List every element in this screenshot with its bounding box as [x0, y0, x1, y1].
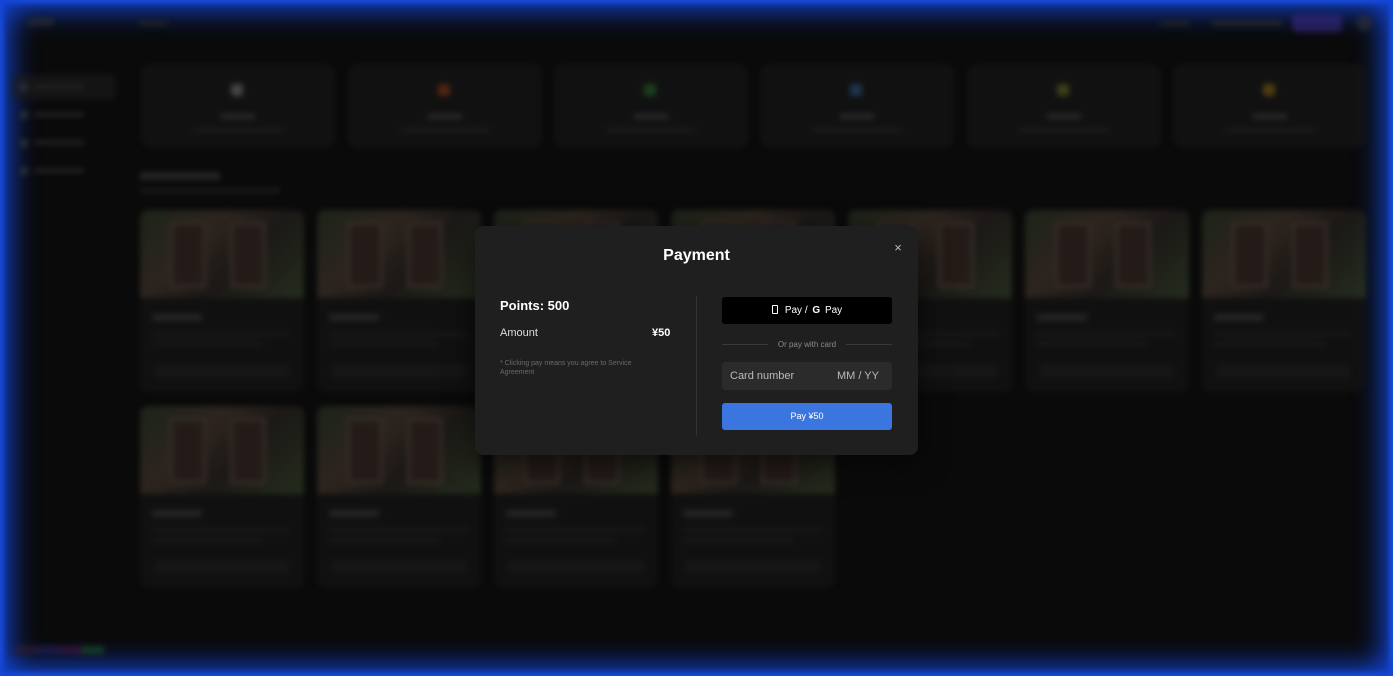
category-card	[348, 64, 542, 148]
card-input-field[interactable]: Card number MM / YY	[722, 362, 892, 390]
section-subtitle	[140, 188, 280, 193]
category-card	[760, 64, 954, 148]
separator-line	[846, 344, 892, 345]
sidebar-item	[12, 74, 116, 100]
upgrade-button	[1292, 14, 1342, 32]
sidebar-item	[12, 130, 116, 156]
apple-pay-label: Pay /	[784, 305, 808, 316]
template-card	[140, 406, 304, 588]
category-card	[141, 64, 335, 148]
phone-icon	[771, 305, 778, 314]
template-card	[1025, 210, 1189, 392]
template-card	[317, 406, 481, 588]
sidebar	[0, 60, 122, 676]
section-title	[140, 172, 220, 180]
category-card	[554, 64, 748, 148]
topbar-link	[1160, 20, 1190, 26]
template-card	[140, 210, 304, 392]
payment-modal: Payment × Points: 500 Amount ¥50 * Click…	[475, 226, 918, 455]
template-card	[317, 210, 481, 392]
pay-button[interactable]: Pay ¥50	[722, 403, 892, 430]
template-card	[1202, 210, 1366, 392]
points-label: Points: 500	[500, 298, 570, 313]
category-card	[1173, 64, 1367, 148]
amount-label: Amount	[500, 327, 538, 339]
google-g-icon: G	[812, 305, 821, 316]
service-agreement-notice: * Clicking pay means you agree to Servic…	[500, 360, 632, 376]
category-card	[967, 64, 1161, 148]
top-bar	[0, 0, 1393, 48]
topbar-link	[1212, 20, 1282, 26]
pay-with-card-separator: Or pay with card	[722, 339, 892, 351]
breadcrumb	[138, 20, 168, 26]
modal-divider	[696, 296, 697, 436]
avatar	[1356, 15, 1372, 31]
wallet-pay-button[interactable]: Pay / G Pay	[722, 297, 892, 324]
screen-frame: Payment × Points: 500 Amount ¥50 * Click…	[0, 0, 1393, 676]
logo	[28, 18, 54, 26]
sidebar-item	[12, 158, 116, 184]
card-expiry-input[interactable]: MM / YY	[837, 370, 879, 382]
modal-title: Payment	[663, 247, 730, 264]
google-pay-label: Pay	[824, 305, 843, 316]
close-icon[interactable]: ×	[890, 240, 906, 256]
amount-value: ¥50	[652, 327, 671, 339]
sidebar-item	[12, 102, 116, 128]
sidebar-footer	[14, 646, 104, 654]
card-number-input[interactable]: Card number	[730, 370, 794, 382]
